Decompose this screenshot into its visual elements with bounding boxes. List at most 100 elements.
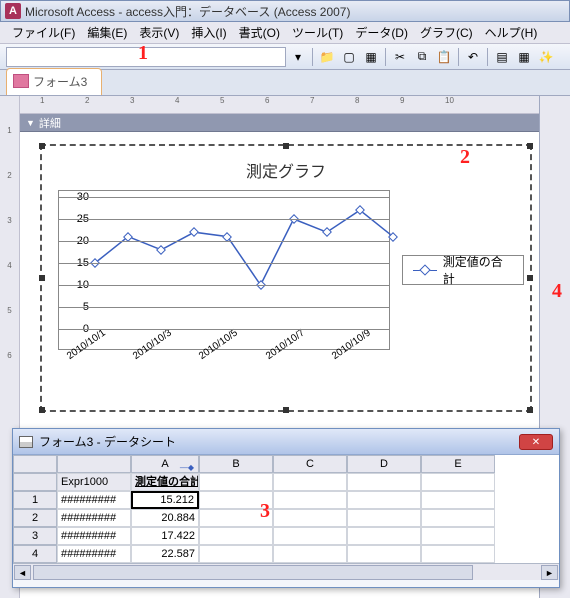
col-expr-header[interactable] [57,455,131,473]
col-a-header[interactable]: A—◆ [131,455,199,473]
cut-button[interactable]: ✂ [390,47,410,67]
horizontal-scrollbar[interactable]: ◄ ► [13,563,559,580]
cell-expr[interactable]: ######### [57,491,131,509]
cell[interactable] [199,545,273,563]
row-header[interactable]: 3 [13,527,57,545]
cell[interactable] [273,473,347,491]
scroll-left-button[interactable]: ◄ [14,565,31,580]
cell[interactable] [199,491,273,509]
cell[interactable] [347,473,421,491]
col-b-header[interactable]: B [199,455,273,473]
cell[interactable] [421,509,495,527]
app-icon: A [5,3,21,19]
legend: 測定値の合計 [402,255,524,285]
cell[interactable] [421,491,495,509]
resize-handle[interactable] [283,143,289,149]
expand-icon: ▼ [26,118,35,128]
resize-handle[interactable] [527,275,533,281]
cell-value[interactable]: 15.212 [131,491,199,509]
dropdown-icon[interactable]: ▾ [288,47,308,67]
col-c-header[interactable]: C [273,455,347,473]
cell-expr[interactable]: ######### [57,527,131,545]
cell-value[interactable]: 17.422 [131,527,199,545]
row-header[interactable]: 1 [13,491,57,509]
menu-insert[interactable]: 挿入(I) [185,22,232,43]
cell-value[interactable]: 22.587 [131,545,199,563]
undo-button[interactable]: ↶ [463,47,483,67]
cell-expr[interactable]: ######### [57,545,131,563]
cell[interactable] [347,545,421,563]
legend-label: 測定値の合計 [443,253,513,287]
chart-type-button[interactable]: ▤ [492,47,512,67]
close-button[interactable]: ✕ [519,434,553,450]
copy-button[interactable]: ⧉ [412,47,432,67]
table-row: 4#########22.587 [13,545,559,563]
window-title: Microsoft Access - access入門：データベース (Acce… [25,3,350,20]
datasheet-window[interactable]: フォーム3 - データシート ✕ A—◆ B C D E Expr1000 測定… [12,428,560,588]
section-label: 詳細 [39,115,61,131]
menu-view[interactable]: 表示(V) [133,22,185,43]
cell[interactable] [421,473,495,491]
y-axis: 051015202530 [61,191,91,331]
col-e-header[interactable]: E [421,455,495,473]
separator [312,48,313,66]
menu-edit[interactable]: 編集(E) [81,22,133,43]
wizard-button[interactable]: ✨ [536,47,556,67]
corner-cell[interactable] [13,455,57,473]
cell[interactable] [199,527,273,545]
expr-field-name[interactable]: Expr1000 [57,473,131,491]
row-header[interactable] [13,473,57,491]
chart-title: 測定グラフ [42,146,530,182]
col-d-header[interactable]: D [347,455,421,473]
cell[interactable] [199,473,273,491]
menu-help[interactable]: ヘルプ(H) [479,22,544,43]
plot-area: 051015202530 2010/10/12010/10/32010/10/5… [58,190,390,350]
resize-handle[interactable] [527,143,533,149]
form-view-button[interactable]: ▢ [339,47,359,67]
resize-handle[interactable] [283,407,289,413]
menu-graph[interactable]: グラフ(C) [414,22,479,43]
cell[interactable] [421,545,495,563]
resize-handle[interactable] [39,143,45,149]
datasheet-grid[interactable]: A—◆ B C D E Expr1000 測定値の合計 1#########15… [13,455,559,563]
cell[interactable] [273,545,347,563]
tab-form3[interactable]: フォーム3 [6,68,102,95]
datasheet-icon [19,436,33,448]
cell[interactable] [273,509,347,527]
resize-handle[interactable] [39,407,45,413]
datasheet-titlebar[interactable]: フォーム3 - データシート ✕ [13,429,559,455]
datasheet-button[interactable]: ▦ [361,47,381,67]
paste-button[interactable]: 📋 [434,47,454,67]
detail-section-header[interactable]: ▼ 詳細 [20,114,539,132]
grid-button[interactable]: ▦ [514,47,534,67]
field-name-row: Expr1000 測定値の合計 [13,473,559,491]
table-row: 2#########20.884 [13,509,559,527]
title-bar: A Microsoft Access - access入門：データベース (Ac… [0,0,570,22]
chart-object[interactable]: 測定グラフ 051015202530 2010/10/12010/10/3201… [40,144,532,412]
cell[interactable] [273,491,347,509]
object-selector-input[interactable] [6,47,286,67]
menu-format[interactable]: 書式(O) [233,22,286,43]
row-header[interactable]: 4 [13,545,57,563]
scroll-thumb[interactable] [33,565,473,580]
cell[interactable] [347,491,421,509]
separator [458,48,459,66]
menu-bar: ファイル(F) 編集(E) 表示(V) 挿入(I) 書式(O) ツール(T) デ… [0,22,570,44]
menu-data[interactable]: データ(D) [349,22,414,43]
cell[interactable] [421,527,495,545]
table-row: 1#########15.212 [13,491,559,509]
menu-file[interactable]: ファイル(F) [6,22,81,43]
cell[interactable] [347,509,421,527]
menu-tools[interactable]: ツール(T) [286,22,349,43]
cell[interactable] [273,527,347,545]
scroll-right-button[interactable]: ► [541,565,558,580]
cell-value[interactable]: 20.884 [131,509,199,527]
cell[interactable] [199,509,273,527]
separator [487,48,488,66]
row-header[interactable]: 2 [13,509,57,527]
resize-handle[interactable] [527,407,533,413]
cell-expr[interactable]: ######### [57,509,131,527]
resize-handle[interactable] [39,275,45,281]
cell[interactable] [347,527,421,545]
open-button[interactable]: 📁 [317,47,337,67]
